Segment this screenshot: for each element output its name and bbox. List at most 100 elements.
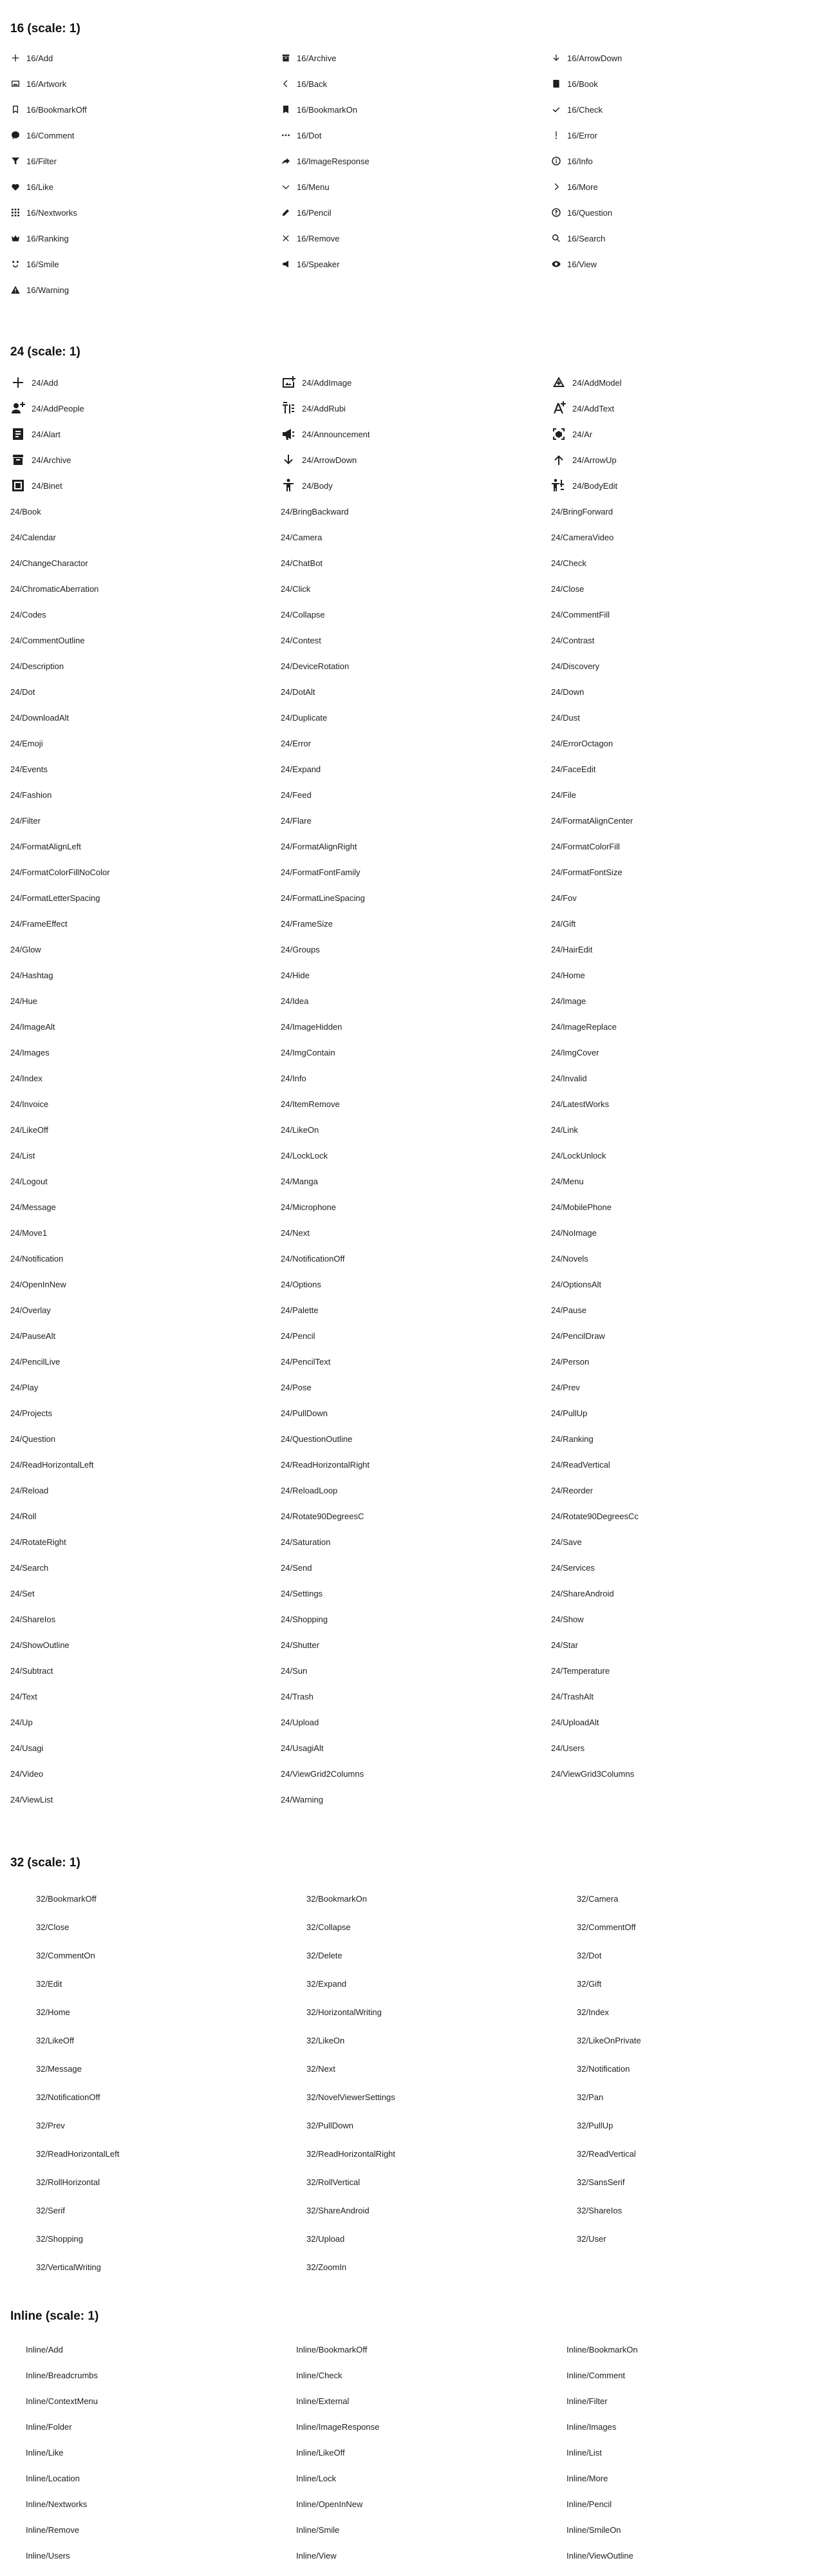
icon-label: 16/BookmarkOff [26, 104, 87, 115]
icon-label: 24/Subtract [10, 1665, 53, 1676]
icon-list-item: 16/View [551, 258, 597, 270]
icon-label: 24/Star [551, 1640, 578, 1650]
icon-label: 24/Temperature [551, 1665, 610, 1676]
icon-label: 32/Home [36, 2007, 70, 2017]
icon-list-item: 24/MobilePhone [551, 1200, 612, 1213]
icon-label: 24/Hue [10, 996, 37, 1006]
icon-label: 24/FormatFontSize [551, 867, 623, 877]
icon-list-item: 32/ShareIos [577, 2204, 622, 2217]
megaphone-icon [281, 426, 296, 442]
icon-list-item: 32/Next [306, 2062, 335, 2075]
icon-label: 24/Invalid [551, 1073, 587, 1083]
icon-label: Inline/Add [26, 2344, 63, 2354]
icon-label: 32/LikeOff [36, 2035, 75, 2045]
icon-label: 24/RotateRight [10, 1537, 66, 1547]
icon-list-item: 24/QuestionOutline [281, 1432, 352, 1445]
icon-label: 24/Ar [572, 429, 593, 439]
share-arrow-icon [281, 156, 291, 166]
icon-label: 24/Users [551, 1743, 585, 1753]
icon-list-item: 16/Pencil [281, 206, 331, 219]
icon-list-item: 24/Expand [281, 762, 321, 775]
icon-list-item: Inline/List [566, 2446, 602, 2459]
icon-label: 16/ImageResponse [297, 156, 370, 166]
arrow-down-icon [281, 452, 296, 468]
icon-list-item: 16/Add [10, 52, 53, 64]
icon-label: 24/ReloadLoop [281, 1485, 338, 1495]
smile-icon [10, 259, 21, 269]
grid-icon [10, 207, 21, 218]
cross-icon [281, 233, 291, 243]
icon-label: 24/ImgContain [281, 1047, 335, 1057]
icon-label: 24/Gift [551, 918, 576, 929]
icon-label: 24/BodyEdit [572, 480, 618, 491]
icon-list-item: 32/Home [36, 2005, 70, 2018]
icon-list-item: 24/Settings [281, 1587, 323, 1600]
icon-label: 16/Ranking [26, 233, 69, 243]
icon-list-item: 24/Flare [281, 814, 312, 827]
icon-list-item: 24/Novels [551, 1252, 588, 1265]
icon-label: Inline/Users [26, 2550, 70, 2561]
icon-label: 24/LikeOff [10, 1124, 49, 1135]
icon-label: 24/Settings [281, 1588, 323, 1598]
icon-label: 24/FormatFontFamily [281, 867, 360, 877]
icon-list-item: 24/Check [551, 556, 586, 569]
icon-list-item: 24/Info [281, 1072, 306, 1084]
icon-list-item: 32/Shopping [36, 2232, 83, 2245]
icon-label: 24/Info [281, 1073, 306, 1083]
add-text-icon [551, 401, 566, 416]
icon-label: Inline/External [296, 2396, 350, 2406]
icon-list-item: 24/Send [281, 1561, 312, 1574]
icon-list-item: 24/Fov [551, 891, 577, 904]
icon-label: 24/DownloadAlt [10, 712, 70, 723]
icon-list-item: 24/CommentOutline [10, 634, 85, 647]
icon-label: 32/ShareIos [577, 2205, 623, 2215]
archive-icon [281, 53, 291, 63]
icon-list-item: 24/Glow [10, 943, 41, 956]
icon-label: 24/CommentOutline [10, 635, 85, 645]
filter-icon [10, 156, 21, 166]
icon-list-item: 24/Discovery [551, 659, 599, 672]
icon-list-item: 32/Pan [577, 2090, 603, 2103]
icon-label: 32/Gift [577, 1978, 602, 1989]
icon-label: 24/Shutter [281, 1640, 319, 1650]
artwork-icon [10, 79, 21, 89]
icon-label: 32/NovelViewerSettings [306, 2092, 395, 2102]
icon-label: 32/NotificationOff [36, 2092, 100, 2102]
body-icon [281, 478, 296, 493]
icon-label: 24/ErrorOctagon [551, 738, 613, 748]
add-model-icon [551, 375, 566, 390]
icon-list-item: 16/BookmarkOff [10, 103, 87, 116]
icon-list-item: 32/ReadHorizontalRight [306, 2147, 395, 2160]
icon-label: 24/Roll [10, 1511, 37, 1521]
icon-label: 24/Ranking [551, 1434, 594, 1444]
icon-label: 32/Expand [306, 1978, 347, 1989]
icon-list-item: 32/LikeOff [36, 2034, 74, 2047]
icon-label: 24/Question [10, 1434, 56, 1444]
icon-label: 32/BookmarkOff [36, 1893, 97, 1904]
add-people-icon [10, 401, 26, 416]
icon-label: 16/Search [567, 233, 606, 243]
icon-label: 24/NoImage [551, 1227, 597, 1238]
icon-label: 24/Expand [281, 764, 321, 774]
icon-list-item: 24/NotificationOff [281, 1252, 344, 1265]
icon-label: 24/Search [10, 1562, 49, 1573]
icon-list-item: 24/ErrorOctagon [551, 737, 613, 750]
icon-list-item: 24/PencilLive [10, 1355, 60, 1368]
icon-list-item: 32/LikeOn [306, 2034, 344, 2047]
ar-frame-icon [551, 426, 566, 442]
icon-label: 24/UsagiAlt [281, 1743, 324, 1753]
check-icon [551, 104, 561, 115]
icon-label: 32/LikeOn [306, 2035, 345, 2045]
icon-label: 32/Close [36, 1922, 70, 1932]
section-title: Inline (scale: 1) [10, 2309, 99, 2323]
icon-list-item: 24/ShareIos [10, 1613, 55, 1625]
icon-list-item: 24/DownloadAlt [10, 711, 69, 724]
icon-label: 24/Groups [281, 944, 320, 954]
icon-list-item: 24/Upload [281, 1716, 319, 1728]
icon-list-item: 16/Dot [281, 129, 321, 142]
icon-label: Inline/Smile [296, 2524, 340, 2535]
icon-list-item: 24/ViewList [10, 1793, 53, 1806]
icon-list-item: 32/HorizontalWriting [306, 2005, 382, 2018]
icon-list-item: 24/FrameSize [281, 917, 333, 930]
icon-list-item: 32/CommentOff [577, 1920, 636, 1933]
